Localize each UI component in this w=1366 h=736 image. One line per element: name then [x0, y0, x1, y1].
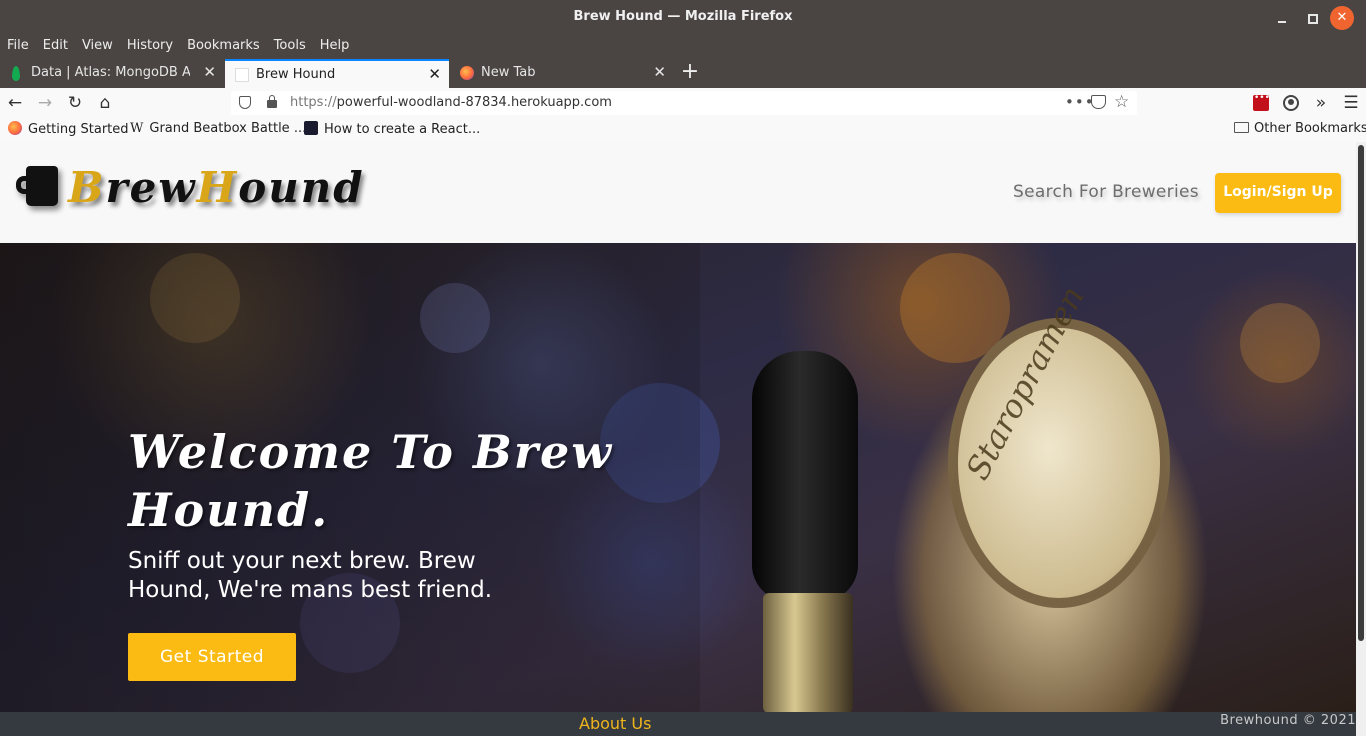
menu-bar: File Edit View History Bookmarks Tools H…: [0, 35, 1366, 59]
beer-tap-handle: [752, 351, 858, 601]
lock-icon[interactable]: [267, 95, 277, 108]
menu-bookmarks[interactable]: Bookmarks: [187, 35, 260, 59]
bookmarks-toolbar: Getting Started W Grand Beatbox Battle ..…: [0, 118, 1366, 142]
tracking-protection-shield-icon[interactable]: [239, 96, 251, 109]
home-icon[interactable]: ⌂: [94, 92, 116, 114]
close-tab-icon[interactable]: ✕: [428, 61, 441, 88]
brew-hound-logo[interactable]: BrewHound: [16, 162, 365, 212]
about-us-link[interactable]: About Us: [579, 714, 651, 733]
tab-label: Data | Atlas: MongoDB Atlas: [31, 65, 190, 80]
bookmark-react-tutorial[interactable]: How to create a React...: [304, 121, 480, 137]
web-page: BrewHound Search For Breweries Login/Sig…: [0, 142, 1356, 736]
bookmark-star-icon[interactable]: ☆: [1114, 92, 1129, 112]
bookmark-getting-started[interactable]: Getting Started: [8, 121, 129, 137]
search-breweries-link[interactable]: Search For Breweries: [1013, 182, 1199, 202]
bookmark-grand-beatbox[interactable]: W Grand Beatbox Battle ...: [130, 121, 306, 136]
site-footer: About Us Brewhound © 2021: [0, 712, 1356, 736]
url-text[interactable]: https://powerful-woodland-87834.herokuap…: [290, 95, 612, 110]
maximize-icon[interactable]: [1300, 6, 1324, 30]
new-tab-plus-icon[interactable]: +: [678, 60, 702, 84]
account-icon[interactable]: [1283, 95, 1299, 111]
url-host: powerful-woodland-87834.herokuapp.com: [336, 95, 612, 110]
menu-file[interactable]: File: [7, 35, 29, 59]
hero-title: Welcome To Brew Hound.: [128, 425, 613, 537]
url-scheme: https://: [290, 95, 337, 110]
reload-icon[interactable]: ↻: [64, 92, 86, 114]
login-signup-button[interactable]: Login/Sign Up: [1215, 173, 1341, 213]
close-window-icon[interactable]: ✕: [1330, 6, 1354, 30]
navigation-toolbar: ← → ↻ ⌂ https://powerful-woodland-87834.…: [0, 88, 1366, 118]
window-titlebar: Brew Hound — Mozilla Firefox ✕: [0, 0, 1366, 35]
react-icon: [304, 121, 318, 135]
menu-history[interactable]: History: [127, 35, 173, 59]
bookmark-label: Grand Beatbox Battle ...: [149, 121, 307, 136]
other-bookmarks-label: Other Bookmarks: [1254, 121, 1366, 136]
window-title: Brew Hound — Mozilla Firefox: [573, 9, 793, 24]
tab-new-tab[interactable]: New Tab ✕: [450, 59, 674, 88]
extension-icon[interactable]: [1253, 93, 1270, 111]
menu-view[interactable]: View: [82, 35, 113, 59]
tab-label: Brew Hound: [256, 67, 336, 82]
hamburger-menu-icon[interactable]: ☰: [1340, 92, 1362, 114]
bookmark-label: How to create a React...: [324, 122, 481, 137]
get-started-button[interactable]: Get Started: [128, 633, 296, 681]
blank-page-icon: [235, 68, 249, 82]
mongodb-leaf-icon: [12, 66, 20, 81]
hero-section: Staropramen Welcome To Brew Hound. Sniff…: [0, 243, 1356, 712]
bokeh-light: [1240, 303, 1320, 383]
minimize-icon[interactable]: [1270, 6, 1294, 30]
pocket-icon[interactable]: [1091, 95, 1106, 109]
wikipedia-icon: W: [130, 121, 144, 136]
menu-tools[interactable]: Tools: [274, 35, 306, 59]
logo-wordmark: BrewHound: [68, 162, 365, 212]
url-bar[interactable]: https://powerful-woodland-87834.herokuap…: [231, 91, 1137, 115]
tab-bar: Data | Atlas: MongoDB Atlas ✕ Brew Hound…: [0, 59, 1366, 88]
back-arrow-icon[interactable]: ←: [4, 92, 26, 114]
beer-tap-chrome: [763, 593, 853, 712]
menu-help[interactable]: Help: [320, 35, 350, 59]
beer-mug-icon: [16, 166, 60, 208]
firefox-icon: [460, 66, 474, 80]
close-tab-icon[interactable]: ✕: [203, 59, 216, 86]
copyright-text: Brewhound © 2021: [1220, 713, 1356, 728]
site-header: BrewHound Search For Breweries Login/Sig…: [0, 142, 1356, 243]
bookmark-label: Getting Started: [28, 122, 129, 137]
other-bookmarks-folder[interactable]: Other Bookmarks: [1234, 121, 1366, 136]
hero-subtitle: Sniff out your next brew. Brew Hound, We…: [128, 548, 493, 603]
page-scrollbar[interactable]: [1356, 142, 1366, 736]
tab-mongodb-atlas[interactable]: Data | Atlas: MongoDB Atlas ✕: [0, 59, 224, 88]
menu-edit[interactable]: Edit: [43, 35, 68, 59]
tab-label: New Tab: [481, 65, 536, 80]
scrollbar-thumb[interactable]: [1358, 145, 1364, 641]
tab-brew-hound[interactable]: Brew Hound ✕: [225, 59, 449, 88]
forward-arrow-icon[interactable]: →: [34, 92, 56, 114]
overflow-chevrons-icon[interactable]: »: [1310, 92, 1332, 114]
firefox-icon: [8, 121, 22, 135]
close-tab-icon[interactable]: ✕: [653, 59, 666, 86]
folder-icon: [1234, 122, 1249, 133]
